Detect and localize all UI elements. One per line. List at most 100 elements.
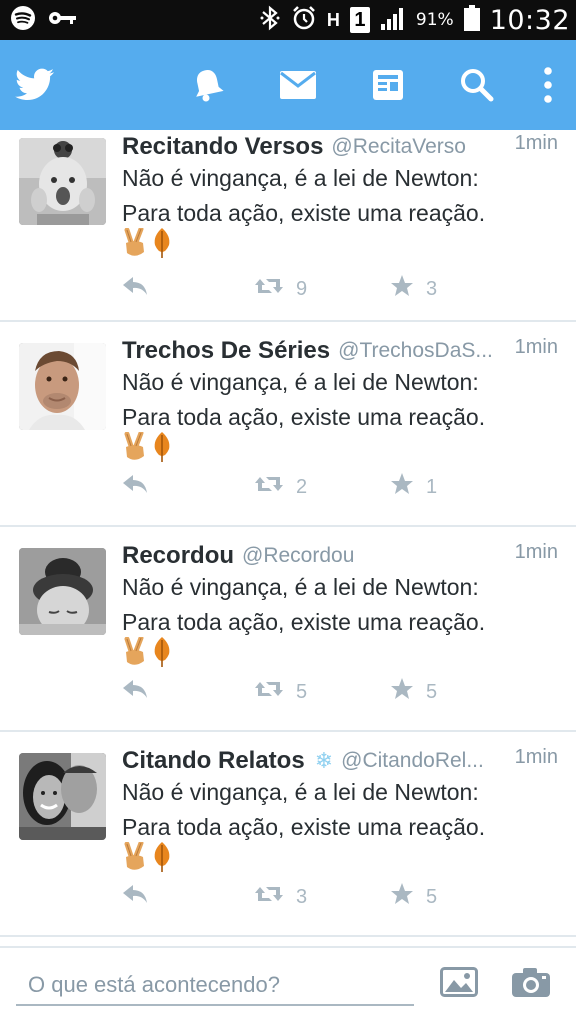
reply-icon (122, 276, 148, 302)
tweet-author-name[interactable]: Trechos De Séries (122, 337, 330, 365)
retweet-icon (254, 883, 284, 911)
news-icon[interactable] (366, 40, 410, 130)
tweet-header: Recitando Versos @RecitaVerso 1min (122, 130, 558, 164)
snowflake-icon: ❄ (314, 748, 334, 773)
tweet-timestamp: 1min (514, 746, 558, 768)
tweet-header: Citando Relatos ❄ @CitandoRel... 1min (122, 744, 558, 778)
star-icon (390, 677, 414, 707)
retweet-button[interactable]: 2 (254, 472, 307, 502)
tweet-actions: 3 5 (122, 882, 576, 912)
retweet-icon (254, 275, 284, 303)
retweet-button[interactable]: 3 (254, 882, 307, 912)
retweet-icon (254, 678, 284, 706)
battery-icon (463, 4, 480, 36)
tweet-text-line: Não é vingança, é a lei de Newton: (122, 779, 479, 805)
battery-percent: 91% (415, 10, 454, 30)
retweet-count: 2 (296, 475, 308, 498)
search-icon[interactable] (455, 40, 499, 130)
tweet-author-handle[interactable]: @Recordou (242, 544, 354, 568)
avatar[interactable] (19, 138, 106, 225)
tweet-timestamp: 1min (514, 336, 558, 358)
retweet-button[interactable]: 9 (254, 274, 307, 304)
tweet-author-handle[interactable]: @RecitaVerso (331, 135, 466, 159)
tweet-text-line: Para toda ação, existe uma reação. (122, 609, 486, 635)
fallen-leaf-icon (152, 431, 172, 468)
tweet-author-handle[interactable]: @TrechosDaS... (338, 339, 493, 363)
favorite-button[interactable]: 5 (390, 677, 437, 707)
reply-button[interactable] (122, 274, 148, 304)
avatar[interactable] (19, 753, 106, 840)
reply-button[interactable] (122, 677, 148, 707)
sim-slot-indicator: 1 (349, 7, 370, 33)
tweet-timestamp: 1min (514, 541, 558, 563)
bluetooth-icon (259, 5, 281, 36)
victory-hand-icon (122, 430, 148, 467)
tweet-text-line: Não é vingança, é a lei de Newton: (122, 369, 479, 395)
avatar[interactable] (19, 343, 106, 430)
tweet-author-name[interactable]: Recitando Versos (122, 133, 323, 161)
tweet-emoji (122, 430, 172, 468)
tweet-author-name[interactable]: Recordou (122, 542, 234, 570)
tweet-text-line: Para toda ação, existe uma reação. (122, 814, 486, 840)
victory-hand-icon (122, 226, 148, 263)
tweet[interactable]: Recordou @Recordou 1min Não é vingança, … (0, 527, 576, 732)
tweet[interactable]: Citando Relatos ❄ @CitandoRel... 1min Nã… (0, 732, 576, 937)
tweet-text: Não é vingança, é a lei de Newton: Para … (122, 161, 556, 231)
tweet-text: Não é vingança, é a lei de Newton: Para … (122, 365, 556, 435)
tweet[interactable]: Trechos De Séries @TrechosDaS... 1min Nã… (0, 322, 576, 527)
star-icon (390, 882, 414, 912)
tweet-header: Recordou @Recordou 1min (122, 539, 558, 573)
status-right-icons: H 1 91% 10:32 (259, 0, 570, 40)
tweet-actions: 2 1 (122, 472, 576, 502)
retweet-count: 3 (296, 885, 308, 908)
tweet-text-line: Para toda ação, existe uma reação. (122, 200, 486, 226)
notifications-bell-icon[interactable] (186, 40, 230, 130)
star-icon (390, 472, 414, 502)
favorite-count: 5 (426, 680, 438, 703)
compose-bar: O que está acontecendo? (0, 946, 576, 1024)
clock: 10:32 (489, 4, 570, 36)
twitter-bird-icon[interactable] (14, 40, 56, 130)
attach-photo-button[interactable] (436, 964, 482, 1004)
fallen-leaf-icon (152, 841, 172, 878)
victory-hand-icon (122, 840, 148, 877)
retweet-button[interactable]: 5 (254, 677, 307, 707)
reply-button[interactable] (122, 882, 148, 912)
tweet-text: Não é vingança, é a lei de Newton: Para … (122, 570, 556, 640)
reply-icon (122, 474, 148, 500)
tweet-emoji (122, 226, 172, 264)
compose-tweet-input[interactable]: O que está acontecendo? (16, 966, 414, 1006)
reply-icon (122, 884, 148, 910)
avatar[interactable] (19, 548, 106, 635)
victory-hand-icon (122, 635, 148, 672)
favorite-button[interactable]: 3 (390, 274, 437, 304)
retweet-count: 9 (296, 277, 308, 300)
timeline: Recitando Versos @RecitaVerso 1min Não é… (0, 130, 576, 946)
favorite-button[interactable]: 1 (390, 472, 437, 502)
camera-button[interactable] (508, 964, 554, 1004)
tweet-author-name[interactable]: Citando Relatos (122, 747, 305, 775)
fallen-leaf-icon (152, 636, 172, 673)
reply-button[interactable] (122, 472, 148, 502)
fallen-leaf-icon (152, 227, 172, 264)
favorite-button[interactable]: 5 (390, 882, 437, 912)
tweet-author-handle[interactable]: @CitandoRel... (341, 749, 484, 773)
camera-icon (512, 967, 550, 1002)
image-icon (440, 966, 478, 1002)
tweet-emoji (122, 840, 172, 878)
favorite-count: 5 (426, 885, 438, 908)
messages-envelope-icon[interactable] (276, 40, 320, 130)
app-toolbar (0, 40, 576, 130)
more-vert-icon[interactable] (532, 40, 564, 130)
spotify-icon (10, 5, 36, 36)
tweet-actions: 9 3 (122, 274, 576, 304)
tweet-text-line: Não é vingança, é a lei de Newton: (122, 574, 479, 600)
status-left-icons (10, 5, 78, 36)
retweet-count: 5 (296, 680, 308, 703)
tweet-emoji (122, 635, 172, 673)
retweet-icon (254, 473, 284, 501)
alarm-icon (291, 5, 317, 36)
status-bar: H 1 91% 10:32 (0, 0, 576, 40)
tweet-timestamp: 1min (514, 132, 558, 154)
tweet[interactable]: Recitando Versos @RecitaVerso 1min Não é… (0, 130, 576, 322)
